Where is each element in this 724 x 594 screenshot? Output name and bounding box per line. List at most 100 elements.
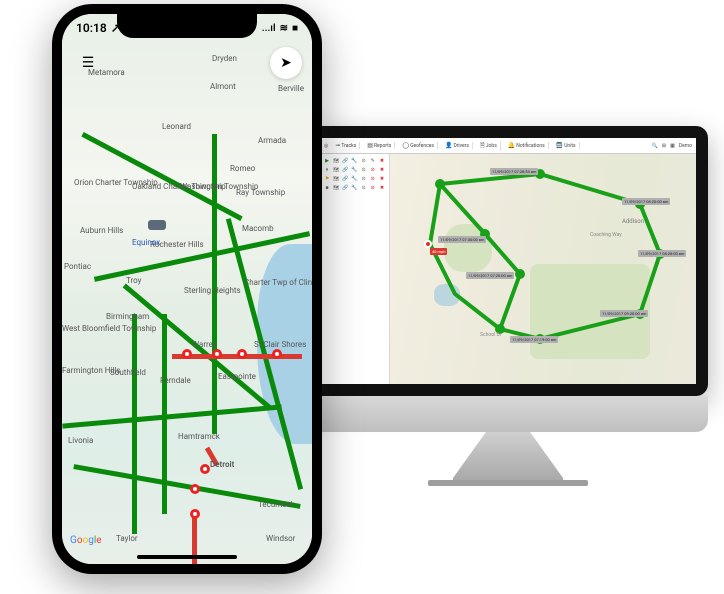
flag-icon[interactable]: ⚑	[323, 175, 331, 183]
tab-label: Reports	[374, 143, 391, 149]
jobs-icon: 🗎	[480, 141, 485, 151]
edit-icon[interactable]: ✎	[369, 157, 377, 165]
incident-marker[interactable]	[190, 509, 200, 519]
battery-icon: ■	[292, 23, 298, 34]
phone-map-view[interactable]: Dryden Metamora Almont Berville Leonard …	[62, 14, 312, 564]
home-indicator[interactable]	[137, 555, 237, 559]
menu-button[interactable]: ☰	[72, 47, 104, 79]
location-arrow-icon: ↗	[111, 21, 121, 35]
user-label[interactable]: Demo	[679, 143, 692, 149]
delete-icon[interactable]: ✖	[378, 157, 386, 165]
phone-status-bar: 10:18 ↗ ...ıl ≋ ■	[62, 18, 312, 38]
city-label: Eastpointe	[218, 372, 256, 381]
city-label: Auburn Hills	[80, 226, 123, 235]
route-overlay	[390, 154, 696, 384]
apps-icon[interactable]: ⊞	[662, 143, 666, 149]
incident-marker[interactable]	[237, 349, 247, 359]
status-time: 10:18	[76, 21, 107, 35]
link-icon[interactable]: 🔗	[341, 157, 349, 165]
incident-marker[interactable]	[182, 349, 192, 359]
map-icon[interactable]: 🗺	[332, 157, 340, 165]
city-label: Farmington Hills	[62, 366, 120, 375]
tab-jobs[interactable]: 🗎Jobs	[477, 141, 501, 151]
city-label: Berville	[278, 84, 304, 93]
incident-marker[interactable]	[200, 464, 210, 474]
speed-label: 40 mph	[430, 248, 447, 255]
stop-icon[interactable]: ■	[323, 184, 331, 192]
pause-icon[interactable]: ⏸	[323, 166, 331, 174]
city-label: Armada	[258, 136, 286, 145]
city-label: Birmingham	[106, 312, 149, 321]
target-icon[interactable]: ⊙	[360, 166, 368, 174]
city-label: Sterling Heights	[184, 286, 241, 295]
monitor-foot	[428, 480, 588, 486]
close-icon[interactable]: ⊘	[369, 184, 377, 192]
city-label: Hamtramck	[178, 432, 220, 441]
phone-device-frame: 10:18 ↗ ...ıl ≋ ■	[52, 4, 322, 574]
route-timestamp: 11/09/2017 07:20:00 am	[466, 272, 514, 279]
monitor-chin	[308, 396, 708, 432]
google-attribution: Google	[70, 535, 102, 546]
tab-reports[interactable]: ▤Reports	[364, 142, 395, 149]
wrench-icon[interactable]: 🔧	[350, 166, 358, 174]
city-label: St Clair Shores	[254, 340, 306, 349]
incident-marker[interactable]	[190, 484, 200, 494]
map-icon[interactable]: 🗺	[332, 175, 340, 183]
map-place-label: Coaching Way	[590, 232, 622, 238]
incident-marker[interactable]	[212, 349, 222, 359]
play-icon[interactable]: ▶	[323, 157, 331, 165]
city-label: Windsor	[266, 534, 295, 543]
city-label: Almont	[210, 82, 236, 91]
delete-icon[interactable]: ✖	[378, 184, 386, 192]
city-label: Charter Twp of Clinton	[244, 278, 312, 287]
tab-geofences[interactable]: ◯Geofences	[399, 142, 438, 149]
tab-tracks[interactable]: ➙Tracks	[332, 142, 360, 149]
app-toolbar: ◎ ➙Tracks ▤Reports ◯Geofences 👤Drivers 🗎…	[320, 138, 696, 154]
grid-icon[interactable]: ▦	[670, 143, 675, 149]
map-place-label: School Dr	[480, 332, 501, 338]
wrench-icon[interactable]: 🔧	[350, 157, 358, 165]
city-label: Ferndale	[160, 376, 191, 385]
route-timestamp: 11/09/2017 08:20:00 am	[622, 198, 670, 205]
delete-icon[interactable]: ✖	[378, 175, 386, 183]
map-place-label: Addison	[622, 218, 644, 225]
wrench-icon[interactable]: 🔧	[350, 175, 358, 183]
tab-label: Notifications	[516, 143, 544, 149]
map-icon[interactable]: 🗺	[332, 166, 340, 174]
wrench-icon[interactable]: 🔧	[350, 184, 358, 192]
tab-label: Geofences	[410, 143, 434, 149]
tab-notifications[interactable]: 🔔Notifications	[505, 142, 549, 149]
target-icon[interactable]: ⊙	[360, 184, 368, 192]
link-icon[interactable]: 🔗	[341, 184, 349, 192]
link-icon[interactable]: 🔗	[341, 175, 349, 183]
close-icon[interactable]: ⊘	[369, 175, 377, 183]
city-label: Romeo	[230, 164, 255, 173]
incident-marker[interactable]	[272, 349, 282, 359]
tab-drivers[interactable]: 👤Drivers	[442, 142, 473, 149]
tab-label: Tracks	[341, 143, 356, 149]
hamburger-icon: ☰	[82, 55, 95, 71]
route-timestamp: 11/09/2017 07:19:00 am	[510, 336, 558, 343]
tab-units[interactable]: 🚍Units	[553, 142, 580, 149]
monitor-stand	[453, 432, 563, 482]
city-label: Tecumseh	[258, 500, 295, 509]
logo-icon: ◎	[324, 143, 328, 149]
close-icon[interactable]: ⊘	[369, 166, 377, 174]
desktop-monitor-frame: ◎ ➙Tracks ▤Reports ◯Geofences 👤Drivers 🗎…	[308, 126, 708, 452]
alert-marker[interactable]	[424, 240, 432, 248]
vehicle-marker[interactable]	[148, 220, 166, 230]
map-icon[interactable]: 🗺	[332, 184, 340, 192]
link-icon[interactable]: 🔗	[341, 166, 349, 174]
target-icon[interactable]: ⊙	[360, 175, 368, 183]
search-icon[interactable]: 🔍	[652, 143, 658, 149]
delete-icon[interactable]: ✖	[378, 166, 386, 174]
recenter-button[interactable]: ➤	[270, 47, 302, 79]
tab-label: Units	[564, 143, 575, 149]
desktop-screen: ◎ ➙Tracks ▤Reports ◯Geofences 👤Drivers 🗎…	[320, 138, 696, 384]
target-icon[interactable]: ⊙	[360, 157, 368, 165]
wifi-icon: ≋	[280, 23, 288, 34]
tab-label: Jobs	[486, 143, 497, 149]
city-label: Detroit	[210, 460, 234, 469]
units-icon: 🚍	[556, 142, 563, 149]
desktop-map-view[interactable]: 11/09/2017 07:28:54 am 11/09/2017 08:20:…	[390, 154, 696, 384]
